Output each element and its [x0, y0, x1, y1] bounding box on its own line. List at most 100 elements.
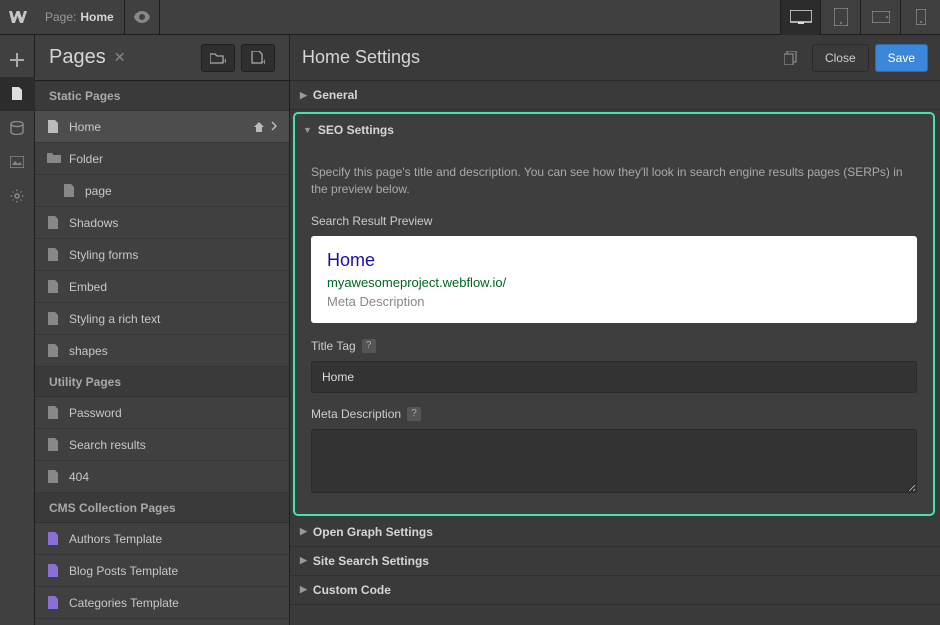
copy-icon[interactable]	[784, 51, 798, 65]
nav-pages[interactable]	[0, 77, 35, 111]
page-icon	[47, 406, 61, 420]
page-item[interactable]: Styling a rich text	[35, 303, 289, 335]
page-icon	[47, 470, 61, 484]
serp-url: myawesomeproject.webflow.io/	[327, 275, 901, 290]
seo-settings-panel: ▼ SEO Settings Specify this page's title…	[293, 112, 935, 516]
page-icon	[63, 184, 77, 198]
nav-assets[interactable]	[0, 145, 35, 179]
serp-title: Home	[327, 250, 901, 271]
page-item[interactable]: Password	[35, 397, 289, 429]
page-item-label: 404	[69, 470, 89, 484]
pages-panel: Pages ✕ + + Static Pages Home Folder pag…	[35, 35, 290, 625]
help-icon[interactable]: ?	[362, 339, 376, 353]
webflow-logo[interactable]	[0, 0, 35, 35]
chevron-down-icon: ▼	[303, 125, 312, 135]
page-indicator[interactable]: Page: Home	[35, 0, 125, 34]
section-label: SEO Settings	[318, 123, 394, 137]
new-folder-button[interactable]: +	[201, 44, 235, 72]
serp-meta: Meta Description	[327, 294, 901, 309]
chevron-right-icon: ▶	[300, 584, 307, 595]
page-item-label: Blog Posts Template	[69, 564, 178, 578]
save-button[interactable]: Save	[875, 44, 928, 72]
page-item[interactable]: Categories Template	[35, 587, 289, 619]
page-item[interactable]: shapes	[35, 335, 289, 367]
pages-panel-title: Pages ✕	[49, 46, 201, 69]
page-item[interactable]: 404	[35, 461, 289, 493]
page-item[interactable]: page	[35, 175, 289, 207]
page-icon	[47, 216, 61, 230]
page-item-label: shapes	[69, 344, 108, 358]
title-tag-label: Title Tag ?	[311, 339, 917, 353]
device-switcher	[780, 0, 940, 35]
meta-description-label: Meta Description ?	[311, 407, 917, 421]
page-item-label: Folder	[69, 152, 103, 166]
chevron-right-icon: ▶	[300, 90, 307, 101]
page-icon	[47, 120, 61, 134]
preview-label: Search Result Preview	[311, 214, 917, 228]
page-item-folder[interactable]: Folder	[35, 143, 289, 175]
svg-text:+: +	[262, 57, 265, 65]
section-site-search[interactable]: ▶ Site Search Settings	[290, 547, 940, 576]
device-tablet[interactable]	[820, 0, 860, 35]
page-item[interactable]: Shadows	[35, 207, 289, 239]
section-label: General	[313, 88, 358, 102]
section-general[interactable]: ▶ General	[290, 81, 940, 110]
pages-title-text: Pages	[49, 46, 106, 69]
section-utility-pages: Utility Pages	[35, 367, 289, 397]
page-icon	[47, 280, 61, 294]
page-label-name: Home	[80, 10, 113, 24]
settings-panel: Home Settings Close Save ▶ General ▼ SEO…	[290, 35, 940, 625]
chevron-right-icon: ▶	[300, 555, 307, 566]
close-icon[interactable]: ✕	[114, 49, 126, 66]
page-item[interactable]: Blog Posts Template	[35, 555, 289, 587]
svg-text:+: +	[223, 56, 226, 64]
device-tablet-landscape[interactable]	[860, 0, 900, 35]
section-cms-pages: CMS Collection Pages	[35, 493, 289, 523]
page-item-label: Styling forms	[69, 248, 138, 262]
chevron-right-icon: ▶	[300, 526, 307, 537]
section-label: Site Search Settings	[313, 554, 429, 568]
close-button[interactable]: Close	[812, 44, 869, 72]
page-item[interactable]: Authors Template	[35, 523, 289, 555]
section-open-graph[interactable]: ▶ Open Graph Settings	[290, 518, 940, 547]
folder-icon	[47, 152, 61, 166]
chevron-right-icon[interactable]	[271, 121, 277, 133]
settings-title: Home Settings	[302, 47, 784, 68]
title-tag-input[interactable]	[311, 361, 917, 393]
section-custom-code[interactable]: ▶ Custom Code	[290, 576, 940, 605]
page-icon	[47, 438, 61, 452]
page-item-label: Password	[69, 406, 122, 420]
page-item[interactable]: Embed	[35, 271, 289, 303]
page-item[interactable]: Styling forms	[35, 239, 289, 271]
page-item-label: Search results	[69, 438, 146, 452]
section-seo[interactable]: ▼ SEO Settings	[295, 114, 933, 140]
cms-page-icon	[47, 532, 61, 546]
label-text: Meta Description	[311, 407, 401, 421]
page-item-home[interactable]: Home	[35, 111, 289, 143]
page-icon	[47, 248, 61, 262]
page-label-prefix: Page:	[45, 10, 76, 24]
page-item-label: Embed	[69, 280, 107, 294]
section-label: Open Graph Settings	[313, 525, 433, 539]
label-text: Title Tag	[311, 339, 356, 353]
cms-page-icon	[47, 596, 61, 610]
page-item[interactable]: Search results	[35, 429, 289, 461]
page-item-label: Home	[69, 120, 101, 134]
page-icon	[47, 344, 61, 358]
page-item-label: Styling a rich text	[69, 312, 160, 326]
device-mobile[interactable]	[900, 0, 940, 35]
page-item-label: page	[85, 184, 112, 198]
section-static-pages: Static Pages	[35, 81, 289, 111]
home-icon	[253, 121, 265, 133]
meta-description-input[interactable]	[311, 429, 917, 493]
new-page-button[interactable]: +	[241, 44, 275, 72]
help-icon[interactable]: ?	[407, 407, 421, 421]
nav-add[interactable]	[0, 43, 35, 77]
preview-toggle[interactable]	[125, 0, 160, 35]
page-item-label: Shadows	[69, 216, 118, 230]
device-desktop[interactable]	[780, 0, 820, 35]
nav-cms[interactable]	[0, 111, 35, 145]
nav-settings[interactable]	[0, 179, 35, 213]
left-nav	[0, 35, 35, 625]
page-icon	[47, 312, 61, 326]
